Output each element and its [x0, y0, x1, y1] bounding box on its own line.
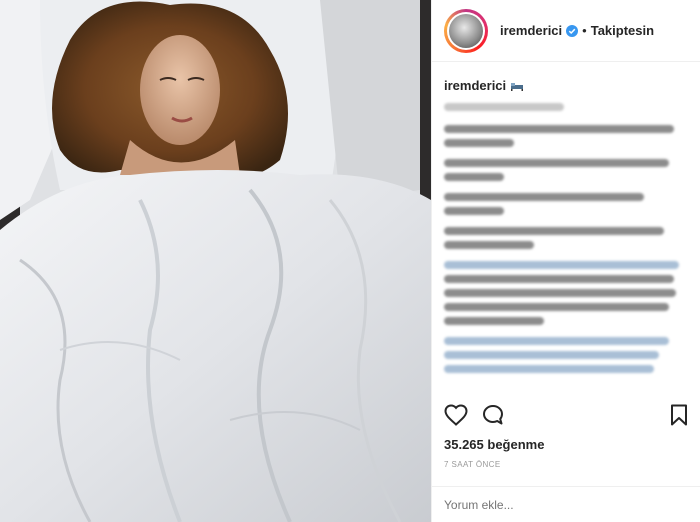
bed-emoji-icon [511, 82, 524, 91]
add-comment-bar [432, 486, 700, 522]
caption: iremderici [444, 78, 688, 93]
post-side-panel: iremderici • Takiptesin iremderici 35.26… [431, 0, 700, 522]
comment-bubble-icon[interactable] [482, 404, 504, 426]
comment-line [444, 207, 504, 215]
post-actions [444, 400, 688, 430]
comment-line [444, 303, 669, 311]
verified-badge-icon [566, 24, 579, 37]
comment-line [444, 365, 654, 373]
bookmark-icon[interactable] [670, 404, 688, 426]
comment-line [444, 227, 664, 235]
comment-line [444, 139, 514, 147]
comment-line [444, 125, 674, 133]
comments-area: iremderici [432, 62, 700, 400]
post-timestamp: 7 SAAT ÖNCE [444, 460, 501, 469]
avatar-image [449, 13, 483, 48]
comment-line [444, 173, 504, 181]
load-more-comments[interactable] [444, 103, 564, 111]
comment-line [444, 289, 676, 297]
post-image[interactable] [0, 0, 431, 522]
bed-photo-illustration [0, 0, 431, 522]
comment-line [444, 337, 669, 345]
likes-count[interactable]: 35.265 beğenme [444, 437, 544, 452]
comment-line [444, 317, 544, 325]
avatar-inner [447, 11, 485, 50]
separator-dot: • [582, 23, 587, 38]
heart-icon[interactable] [444, 404, 468, 426]
comment-line [444, 351, 659, 359]
comment-line [444, 193, 644, 201]
comment-input[interactable] [444, 497, 688, 512]
comment-line [444, 261, 679, 269]
comment-line [444, 275, 674, 283]
comment-line [444, 241, 534, 249]
post-header: iremderici • Takiptesin [432, 0, 700, 62]
follow-status-button[interactable]: Takiptesin [591, 23, 654, 38]
user-row: iremderici • Takiptesin [500, 23, 654, 38]
caption-author[interactable]: iremderici [444, 78, 506, 93]
comment-line [444, 159, 669, 167]
username-link[interactable]: iremderici [500, 23, 562, 38]
avatar[interactable] [444, 8, 488, 53]
